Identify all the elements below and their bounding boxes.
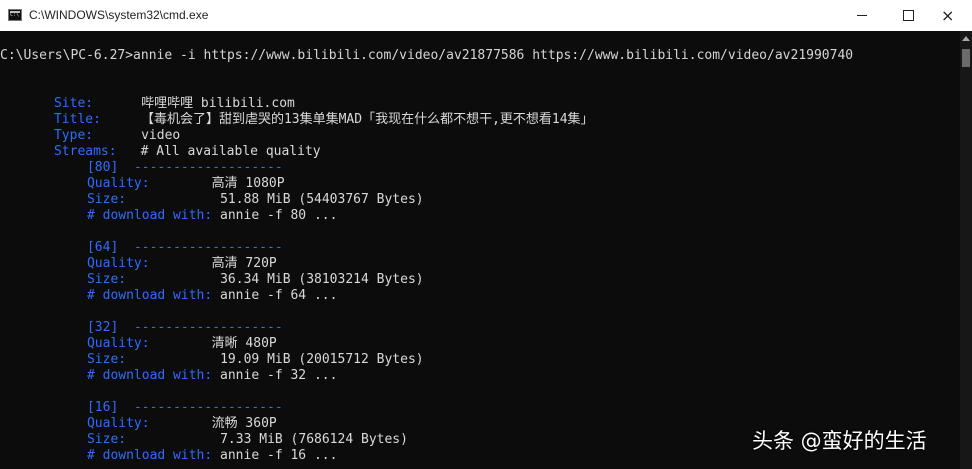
watermark: 头条 @蛮好的生活	[752, 429, 927, 453]
title-bar[interactable]: C:\WINDOWS\system32\cmd.exe ×	[0, 0, 972, 31]
command-line: C:\Users\PC-6.27>annie -i https://www.bi…	[0, 48, 854, 63]
stream-download-row: # download with: annie -f 16 ...	[40, 432, 337, 469]
maximize-icon	[903, 10, 914, 21]
download-label: # download with:	[86, 368, 213, 383]
minimize-icon	[857, 15, 867, 16]
maximize-button[interactable]	[885, 0, 931, 31]
vertical-scrollbar[interactable]	[960, 31, 972, 469]
cmd-window: C:\WINDOWS\system32\cmd.exe × C:\Users\P…	[0, 0, 972, 469]
download-command: annie -f 16 ...	[220, 448, 338, 463]
download-label: # download with:	[86, 288, 213, 303]
scroll-thumb[interactable]	[962, 49, 970, 67]
console-output[interactable]: C:\Users\PC-6.27>annie -i https://www.bi…	[0, 31, 960, 469]
cmd-icon	[8, 9, 22, 21]
title-value: 【毒机会了】甜到虐哭的13集单集MAD「我现在什么都不想干,更不想看14集」	[140, 112, 594, 127]
close-icon: ×	[941, 6, 955, 25]
scroll-up-icon[interactable]	[962, 36, 970, 41]
download-command: annie -f 32 ...	[220, 368, 338, 383]
download-label: # download with:	[86, 208, 213, 223]
download-command: annie -f 80 ...	[220, 208, 338, 223]
download-label: # download with:	[86, 448, 213, 463]
download-command: annie -f 64 ...	[220, 288, 338, 303]
minimize-button[interactable]	[839, 0, 885, 31]
close-button[interactable]: ×	[926, 0, 972, 31]
window-title: C:\WINDOWS\system32\cmd.exe	[29, 8, 209, 22]
